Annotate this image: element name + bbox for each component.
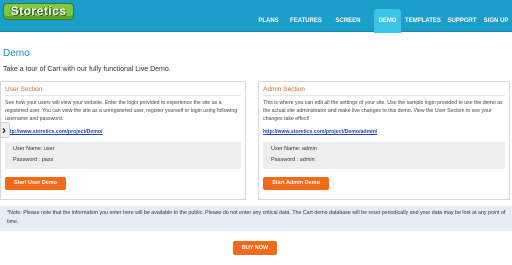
nav-features[interactable]: FEATURES — [286, 9, 326, 33]
chevron-right-icon[interactable]: › — [0, 122, 10, 138]
divider — [5, 95, 241, 96]
page-title: Demo — [3, 48, 30, 59]
main-nav: PLANS FEATURES SCREEN SHOTS DEMO TEMPLAT… — [0, 9, 512, 48]
nav-sign-up[interactable]: SIGN UP — [482, 9, 510, 33]
admin-username: User Name: admin — [271, 146, 317, 152]
user-section-description: See how your users will view your websit… — [5, 100, 238, 122]
nav-plans[interactable]: PLANS — [254, 9, 283, 33]
user-section-title: User Section — [5, 86, 43, 93]
divider — [263, 95, 505, 96]
admin-password: Password : admin — [271, 157, 315, 163]
note-text: *Note: Please note that the information … — [7, 210, 506, 225]
user-password: Password : pass — [13, 157, 54, 163]
admin-credentials-box: User Name: admin Password : admin — [263, 142, 505, 169]
user-credentials-box: User Name: user Password : pass — [5, 142, 241, 169]
admin-section-title: Admin Section — [263, 86, 305, 93]
disclaimer-note: *Note: Please note that the information … — [0, 206, 512, 231]
user-demo-link[interactable]: http://www.storetics.com/project/Demo/ — [5, 129, 103, 135]
nav-templates[interactable]: TEMPLATES — [404, 9, 442, 33]
nav-support[interactable]: SUPPORT — [446, 9, 478, 33]
start-user-demo-button[interactable]: Start User Demo — [5, 177, 66, 190]
buy-now-button[interactable]: BUY NOW — [233, 241, 277, 255]
admin-demo-link[interactable]: http://www.storetics.com/project/Demo/ad… — [263, 129, 377, 135]
page-intro: Take a tour of Cart with our fully funct… — [3, 66, 171, 73]
nav-screen-shots[interactable]: SCREEN SHOTS — [327, 9, 369, 48]
nav-demo[interactable]: DEMO — [374, 9, 401, 33]
user-username: User Name: user — [13, 146, 55, 152]
admin-section-panel: Admin Section This is where you can edit… — [258, 81, 510, 200]
top-navigation-bar: Storetics PLANS FEATURES SCREEN SHOTS DE… — [0, 0, 512, 48]
user-section-panel: User Section See how your users will vie… — [0, 81, 246, 200]
start-admin-demo-button[interactable]: Start Admin Demo — [263, 177, 329, 190]
admin-section-description: This is where you can edit all the setti… — [263, 100, 503, 122]
